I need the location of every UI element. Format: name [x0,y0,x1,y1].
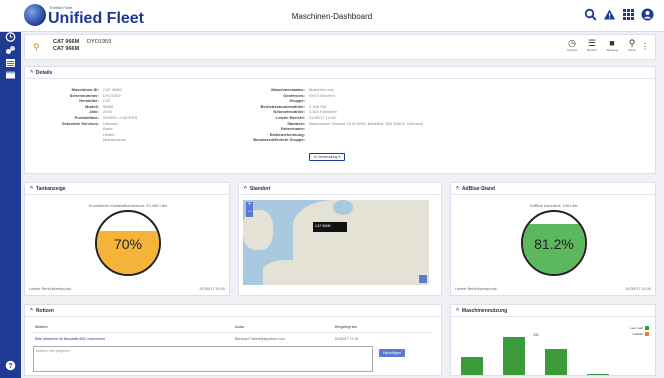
clock-icon: ◷ [568,38,576,48]
zoom-controls[interactable]: + − [246,202,253,217]
report-button[interactable]: ☰ Bericht [585,38,599,52]
note-date: 01/30/17 17:15 [335,337,359,341]
notes-header[interactable]: ^ Notizen [25,305,441,317]
map-pin-label[interactable]: CAT 966M [313,222,347,232]
collapse-icon[interactable]: ^ [244,186,247,192]
machine-model: CAT 966M [53,46,80,52]
account-icon[interactable] [641,8,654,24]
detail-value [309,137,509,143]
fuel-gauge-value: 70% [113,236,143,252]
sidebar: ? [0,0,21,378]
usage-bar [587,374,609,375]
collapse-icon[interactable]: ^ [30,308,33,314]
collapse-icon[interactable]: ^ [30,70,33,76]
location-header[interactable]: ^ Standort [239,183,441,195]
details-panel: ^ Details Maschinen-ID: Seriennummer: Herst… [24,66,656,174]
pin-icon: ⚲ [628,38,636,48]
usage-legend: Leer Lauf Lastlauf [630,325,649,337]
adblue-cumulative-label: AdBlue kumuliert: 195 Liter [529,203,579,208]
custom-group-select[interactable]: In Verwendung ▾ [309,153,346,161]
fuel-consumption-label: Kumulierter Kraftstoffverbrauch: 23.406 … [88,203,168,208]
note-author: Bernhard Tabert@appstore.com [235,337,285,341]
collapse-icon[interactable]: ^ [30,186,33,192]
details-left-labels: Maschinen-ID: Seriennummer: Hersteller: Mod… [29,87,99,143]
machines-icon[interactable] [5,45,16,55]
adblue-last-report-time: 01/30/17 14:30 [625,287,651,291]
collapse-icon[interactable]: ^ [456,186,459,192]
collapse-icon[interactable]: ^ [456,308,459,314]
usage-top-label: 336 [533,333,539,337]
detail-label [29,137,99,143]
tank-header[interactable]: ^ Tankanzeige [25,183,229,195]
list-icon: ☰ [587,38,597,48]
machine-name-block: CAT 966M CAT 966M [53,39,79,53]
machine-header: ⚲ CAT 966M CAT 966M DYO1959 ◷ Uhrzeit ☰ Be… [24,34,656,60]
usage-bar [461,357,483,375]
top-bar: Trimble Fleet Unified Fleet Maschinen-Da… [0,0,664,32]
svg-text:?: ? [8,363,12,370]
details-right-labels: Maschinenstatus: Geofences: Gruppe: Betrieb… [215,87,305,143]
list-icon[interactable] [5,58,16,68]
tank-panel: ^ Tankanzeige Kumulierter Kraftstoffverbr… [24,182,230,296]
page-title: Maschinen-Dashboard [291,12,373,21]
notes-col-date: Eingelegt am [335,325,357,329]
adblue-gauge: 81.2% [521,210,587,276]
box-icon: ■ [609,38,615,48]
map-button[interactable]: ⚲ Karte [625,38,639,52]
usage-panel: ^ Maschinennutzung Leer Lauf Lastlauf 336 [450,304,656,376]
help-icon[interactable]: ? [5,360,16,371]
note-text[interactable]: Bitte Maschine für Baustelle ABC reservi… [35,337,105,341]
apps-icon[interactable] [622,8,635,24]
adblue-last-report-label: Letzter Berichtszeitpunkt: [455,287,498,291]
notes-col-note: Notizen [35,325,48,329]
notes-panel: ^ Notizen Notizen Autor Eingelegt am Bitt… [24,304,442,376]
usage-bar [545,348,567,375]
adblue-header[interactable]: ^ AdBlue-Stand [451,183,655,195]
detail-value: Maintenance [103,137,126,143]
adblue-panel: ^ AdBlue-Stand AdBlue kumuliert: 195 Lite… [450,182,656,296]
machine-name: CAT 966M [53,39,80,45]
details-header[interactable]: ^ Details [25,67,655,79]
maintenance-button[interactable]: ■ Wartung [605,38,619,52]
notes-col-author: Autor [235,325,245,329]
detail-label: Benutzerdefinierte Gruppe: [253,137,305,143]
loader-icon: ⚲ [33,42,40,52]
usage-header[interactable]: ^ Maschinennutzung [451,305,655,317]
add-note-button[interactable]: Hinzufügen [379,349,406,357]
usage-bar [503,337,525,375]
machine-id: DYO1959 [87,39,112,45]
dashboard-icon[interactable] [5,32,16,42]
tank-last-report-time: 01/30/17 14:30 [199,287,225,291]
location-map[interactable]: CAT 966M + − [243,200,429,285]
search-icon[interactable] [584,8,597,24]
more-options-icon[interactable]: ⋮ [641,42,649,51]
adblue-gauge-value: 81.2% [534,236,574,252]
tank-last-report-label: Letzter Berichtszeitpunkt: [29,287,72,291]
fuel-gauge: 70% [95,210,161,276]
details-left-values: CAT 966M DYO1959 CAT 966M 2016 WHEEL LOADERS U… [103,87,223,143]
details-right-values: Maschine aus Seit 5 Wochen -2.168 Std 3.301… [309,87,509,143]
time-button[interactable]: ◷ Uhrzeit [565,38,579,52]
location-panel: ^ Standort CAT 966M + − [238,182,442,296]
report-icon[interactable] [5,70,16,80]
alert-icon[interactable] [603,8,616,24]
note-input[interactable]: Notizen hier eingeben [33,346,373,372]
fullscreen-icon[interactable] [419,275,427,283]
